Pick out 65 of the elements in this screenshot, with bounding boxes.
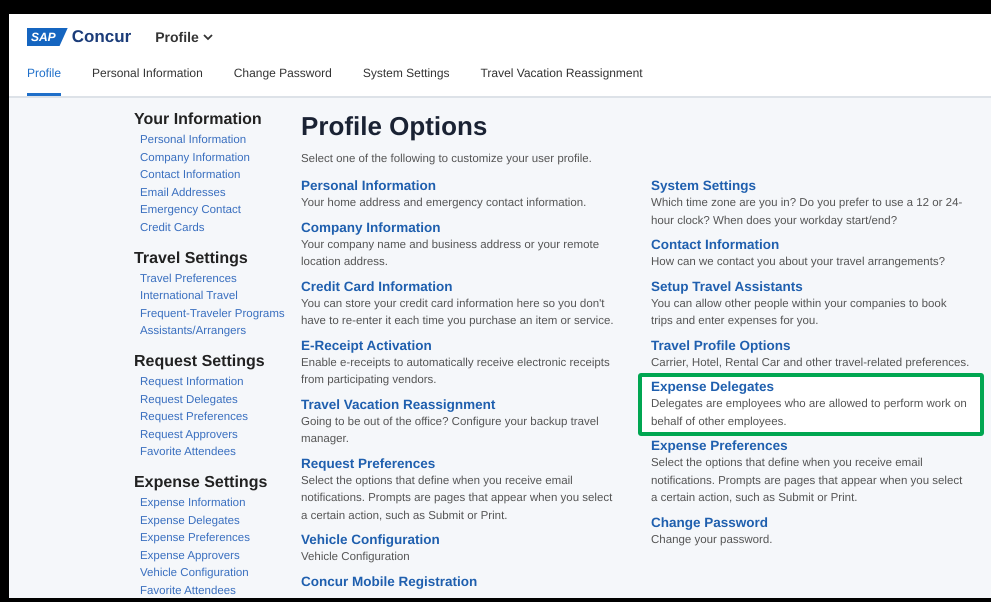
option-description: Delegates are employees who are allowed to perform work on behalf of other employees. — [651, 397, 968, 430]
nav-tab[interactable]: Personal Information — [92, 60, 203, 96]
sidebar-link[interactable]: Frequent-Traveler Programs — [140, 306, 285, 324]
option-description: Carrier, Hotel, Rental Car and other travel-related preferences. — [651, 356, 970, 371]
option-link[interactable]: Credit Card Information — [301, 278, 453, 296]
sidebar-heading: Travel Settings — [134, 248, 249, 269]
option-description: Your home address and emergency contact information. — [301, 196, 588, 212]
sidebar-link[interactable]: Request Delegates — [140, 392, 238, 410]
sidebar-link[interactable]: Expense Preferences — [140, 530, 250, 548]
sidebar-link[interactable]: Expense Information — [140, 494, 246, 512]
nav-tab[interactable]: Change Password — [234, 60, 332, 96]
sidebar-link[interactable]: Company Information — [140, 150, 250, 168]
option-link[interactable]: Change Password — [651, 514, 768, 532]
sidebar-link[interactable]: Assistants/Arrangers — [140, 323, 246, 341]
option-link[interactable]: Travel Vacation Reassignment — [301, 396, 496, 414]
logo-text: Concur — [72, 26, 132, 48]
sidebar-link[interactable]: Favorite Attendees — [140, 582, 236, 598]
option-description: Which time zone are you in? Do you prefer to use a 12 or 24-hour clock? When does your workday start/end? — [651, 196, 964, 229]
option-description: Your company name and business address or your remote location address. — [301, 238, 600, 270]
option-description: Select the options that define when you receive email notifications. Prompts are pages that appear when you select a certain action, such as Submit or Print. — [301, 474, 614, 524]
option-link[interactable]: Concur Mobile Registration — [301, 572, 478, 591]
option-link[interactable]: Vehicle Configuration — [301, 531, 440, 550]
option-link[interactable]: Contact Information — [651, 236, 780, 254]
option-link[interactable]: Expense Delegates — [651, 378, 774, 396]
sidebar-heading: Your Information — [134, 110, 263, 130]
intro-text: Select one of the following to customize your user profile. — [301, 152, 593, 167]
sidebar-link[interactable]: Request Information — [140, 374, 244, 392]
option-description: You can store your credit card information here so you don't have to re-enter it each time you purchase an item or service. — [301, 296, 615, 330]
option-description: Select the options that define when you receive email notifications. Prompts are pages that appear when you select a certain action, such as Submit or Print. — [651, 456, 964, 506]
sidebar-link[interactable]: Favorite Attendees — [140, 444, 236, 462]
nav-tab[interactable]: System Settings — [362, 60, 450, 96]
sidebar-link[interactable]: Expense Approvers — [140, 548, 240, 566]
option-link[interactable]: Personal Information — [301, 177, 436, 196]
option-description: Enable e-receipts to automatically receive electronic receipts from participating vendors. — [301, 356, 611, 388]
option-link[interactable]: Travel Profile Options — [651, 336, 791, 355]
sidebar-heading: Expense Settings — [134, 472, 268, 493]
sidebar-link[interactable]: Vehicle Configuration — [140, 565, 249, 583]
sidebar-link[interactable]: Expense Delegates — [140, 512, 240, 530]
sidebar-link[interactable]: Emergency Contact — [140, 202, 241, 220]
sidebar-link[interactable]: Credit Cards — [140, 220, 205, 238]
option-link[interactable]: E-Receipt Activation — [301, 336, 432, 355]
page-title: Profile Options — [301, 110, 488, 142]
option-description: Change your password. — [651, 532, 774, 548]
option-link[interactable]: System Settings — [651, 177, 756, 196]
sidebar-link[interactable]: Request Approvers — [140, 426, 238, 444]
option-link[interactable]: Company Information — [301, 218, 441, 237]
sidebar-heading: Request Settings — [134, 352, 266, 372]
sidebar-link[interactable]: Request Preferences — [140, 409, 248, 427]
nav-tab[interactable]: Travel Vacation Reassignment — [480, 60, 643, 96]
sidebar-link[interactable]: Contact Information — [140, 167, 240, 185]
option-description: Vehicle Configuration — [301, 550, 411, 566]
nav-tab[interactable]: Profile — [27, 60, 62, 96]
option-description: You can allow other people within your companies to book trips and enter expenses for you. — [651, 296, 948, 330]
option-link[interactable]: Expense Preferences — [651, 437, 788, 456]
sidebar-link[interactable]: Personal Information — [140, 132, 246, 150]
option-description: How can we contact you about your travel arrangements? — [651, 255, 946, 270]
profile-menu[interactable]: Profile — [155, 26, 213, 48]
sidebar-link[interactable]: Travel Preferences — [140, 270, 237, 288]
logo-mark: SAP — [27, 28, 68, 46]
option-link[interactable]: Setup Travel Assistants — [651, 278, 803, 296]
chevron-down-icon — [202, 34, 213, 40]
sidebar-link[interactable]: International Travel — [140, 288, 238, 306]
option-link[interactable]: Request Preferences — [301, 454, 436, 473]
option-description: Going to be out of the office? Configure your backup travel manager. — [301, 414, 600, 448]
sidebar-link[interactable]: Email Addresses — [140, 184, 226, 202]
